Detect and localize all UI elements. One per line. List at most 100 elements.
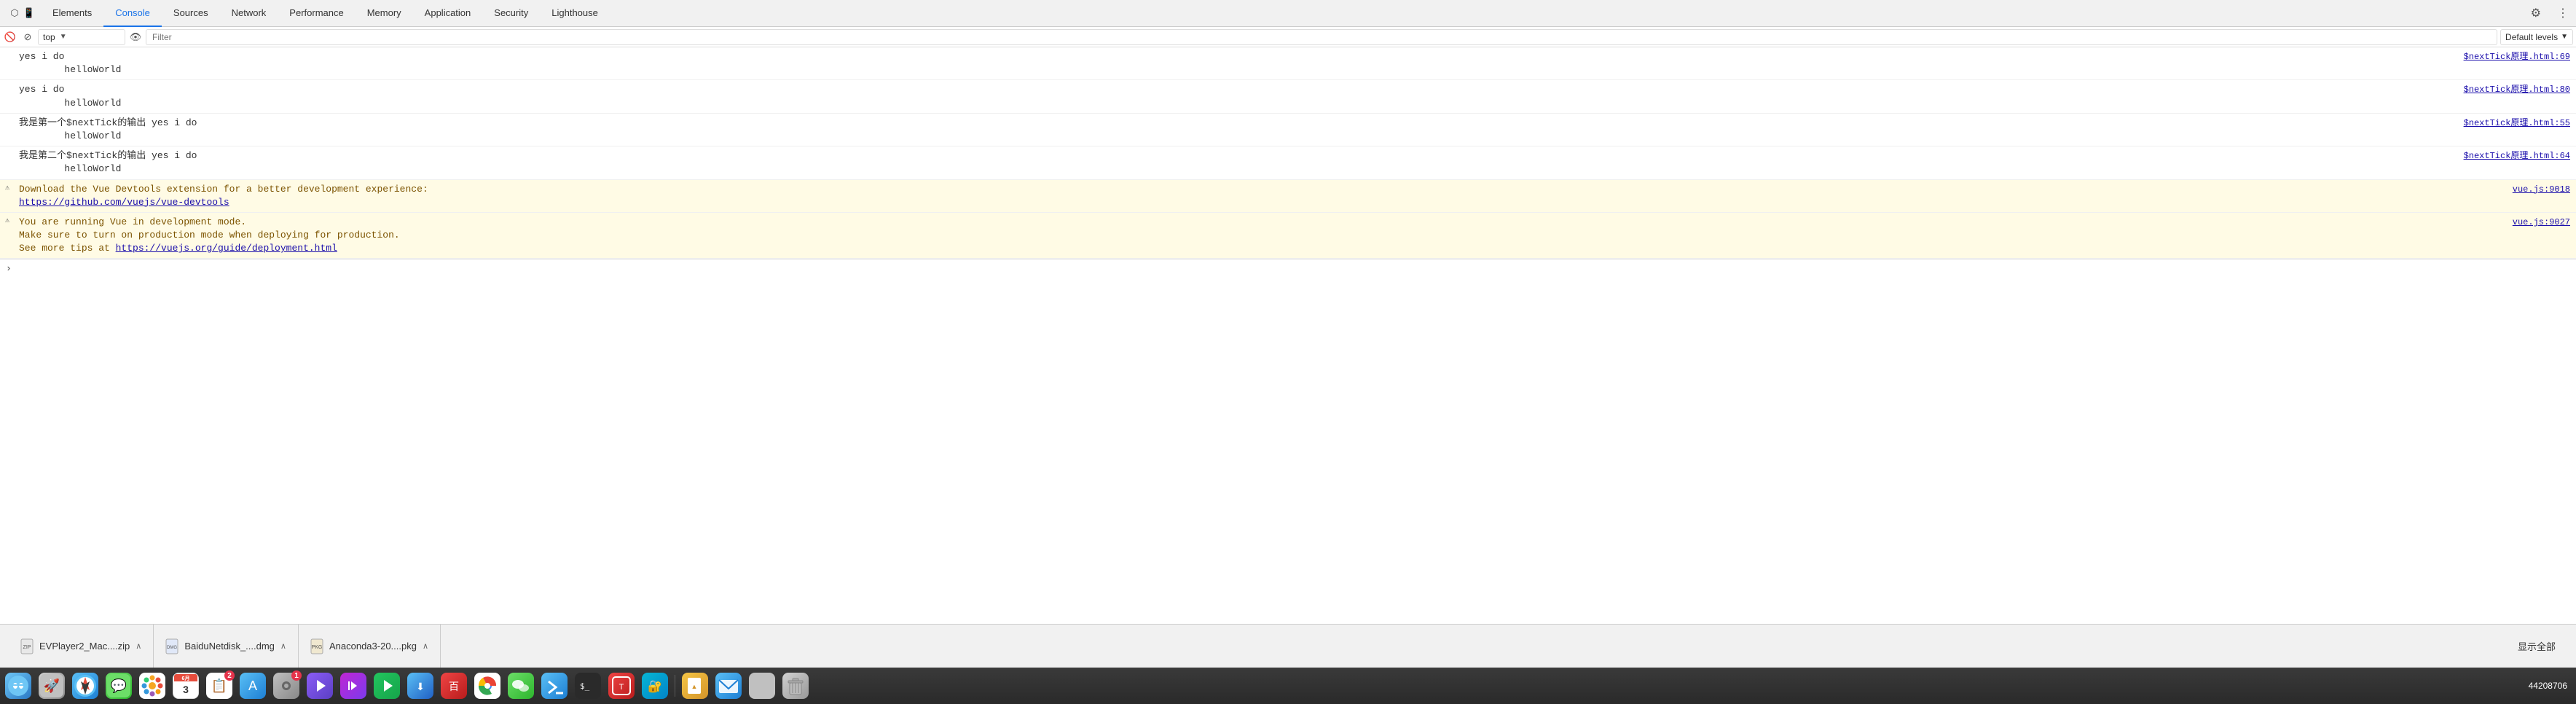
entry-source-2[interactable]: $nextTick原理.html:80: [2458, 82, 2576, 111]
vscode-icon: [541, 673, 568, 699]
finalcut-icon: [340, 673, 366, 699]
filter-input[interactable]: [146, 29, 2497, 45]
entry-source-link-1[interactable]: $nextTick原理.html:69: [2464, 52, 2570, 62]
tab-application[interactable]: Application: [413, 0, 483, 27]
devtools-link[interactable]: https://github.com/vuejs/vue-devtools: [19, 197, 229, 208]
levels-dropdown[interactable]: Default levels ▼: [2500, 29, 2573, 45]
taskbar-app-chrome[interactable]: [471, 669, 504, 703]
download-chevron-3[interactable]: ∧: [423, 641, 428, 651]
tab-sources[interactable]: Sources: [162, 0, 220, 27]
tab-network[interactable]: Network: [220, 0, 278, 27]
download-chevron-1[interactable]: ∧: [136, 641, 141, 651]
svg-text:百: 百: [449, 681, 459, 692]
taskbar-app-enpass[interactable]: 🔐: [638, 669, 672, 703]
taskbar-app-trash[interactable]: [779, 669, 812, 703]
entry-source-link-4[interactable]: $nextTick原理.html:64: [2464, 151, 2570, 161]
context-chevron-icon: ▼: [60, 33, 67, 41]
taskbar-app-calendar[interactable]: 6月 3: [169, 669, 203, 703]
console-prompt[interactable]: ›: [0, 259, 2576, 278]
filter-toggle-icon[interactable]: ⊘: [20, 30, 35, 44]
svg-text:⬇: ⬇: [416, 681, 425, 692]
inspect-icon[interactable]: ⬡: [9, 7, 20, 19]
systemprefs-badge: 1: [291, 670, 302, 681]
deployment-link[interactable]: https://vuejs.org/guide/deployment.html: [116, 243, 337, 254]
chrome-icon: [474, 673, 500, 699]
messages-icon: 💬: [106, 673, 132, 699]
baidu-icon: 百: [441, 673, 467, 699]
download-name-2: BaiduNetdisk_....dmg: [184, 641, 275, 652]
svg-text:💬: 💬: [111, 678, 127, 693]
taskbar-app-blank[interactable]: [745, 669, 779, 703]
stremio-icon: [307, 673, 333, 699]
taskbar-app-baidu[interactable]: 百: [437, 669, 471, 703]
entry-source-5[interactable]: vue.js:9018: [2507, 181, 2576, 211]
console-entry-2: yes i do helloWorld $nextTick原理.html:80: [0, 80, 2576, 113]
taskbar-app-finder[interactable]: [1, 669, 35, 703]
trash-icon: [782, 673, 809, 699]
entry-gutter-4: [0, 148, 15, 177]
tes-icon: T: [608, 673, 635, 699]
mail-icon: [715, 673, 742, 699]
entry-gutter-2: [0, 82, 15, 111]
svg-text:ZIP: ZIP: [23, 645, 31, 650]
tab-memory[interactable]: Memory: [356, 0, 413, 27]
download-dmg-icon: DMG: [165, 638, 178, 654]
entry-gutter-3: [0, 115, 15, 144]
context-selector[interactable]: top ▼: [38, 29, 125, 45]
download-name-3: Anaconda3-20....pkg: [329, 641, 417, 652]
entry-source-3[interactable]: $nextTick原理.html:55: [2458, 115, 2576, 144]
prompt-arrow-icon: ›: [6, 262, 12, 275]
taskbar-app-stremio[interactable]: [303, 669, 337, 703]
entry-source-4[interactable]: $nextTick原理.html:64: [2458, 148, 2576, 177]
mobile-icon[interactable]: 📱: [23, 7, 35, 19]
download-name-1: EVPlayer2_Mac....zip: [39, 641, 130, 652]
entry-source-link-3[interactable]: $nextTick原理.html:55: [2464, 118, 2570, 128]
eye-icon[interactable]: 👁: [128, 30, 143, 44]
download-item-3[interactable]: PKG Anaconda3-20....pkg ∧: [299, 625, 441, 668]
safari-icon: [72, 673, 98, 699]
taskbar-app-systemprefs[interactable]: 1: [270, 669, 303, 703]
downloads-bar: ZIP EVPlayer2_Mac....zip ∧ DMG BaiduNetd…: [0, 624, 2576, 668]
taskbar-app-messages[interactable]: 💬: [102, 669, 136, 703]
devtools-tab-bar: ⬡ 📱 Elements Console Sources Network Per…: [0, 0, 2576, 27]
appstore-icon: A: [240, 673, 266, 699]
taskbar-app-qbittorrent[interactable]: ⬇: [404, 669, 437, 703]
svg-text:A: A: [248, 678, 257, 693]
entry-content-5: Download the Vue Devtools extension for …: [15, 181, 2507, 211]
more-options-icon[interactable]: ⋮: [2550, 6, 2576, 20]
levels-chevron-icon: ▼: [2561, 33, 2568, 41]
calendar-icon: 6月 3: [173, 673, 199, 699]
entry-source-6[interactable]: vue.js:9027: [2507, 214, 2576, 257]
tab-console[interactable]: Console: [103, 0, 162, 27]
taskbar-app-finalcut[interactable]: [337, 669, 370, 703]
download-pkg-icon: PKG: [310, 638, 323, 654]
entry-source-1[interactable]: $nextTick原理.html:69: [2458, 49, 2576, 78]
entry-source-link-6[interactable]: vue.js:9027: [2513, 217, 2570, 227]
entry-source-link-2[interactable]: $nextTick原理.html:80: [2464, 85, 2570, 95]
taskbar-app-appstore[interactable]: A: [236, 669, 270, 703]
download-item-1[interactable]: ZIP EVPlayer2_Mac....zip ∧: [9, 625, 154, 668]
taskbar-app-reminders[interactable]: 📋 2: [203, 669, 236, 703]
tab-elements[interactable]: Elements: [41, 0, 103, 27]
taskbar-app-safari[interactable]: [68, 669, 102, 703]
taskbar-app-preview[interactable]: ▲: [678, 669, 712, 703]
tab-security[interactable]: Security: [482, 0, 540, 27]
taskbar-app-tes[interactable]: T: [605, 669, 638, 703]
taskbar-app-photos[interactable]: [136, 669, 169, 703]
download-chevron-2[interactable]: ∧: [280, 641, 286, 651]
tab-lighthouse[interactable]: Lighthouse: [540, 0, 610, 27]
show-all-downloads-button[interactable]: 显示全部: [2506, 639, 2567, 653]
settings-icon[interactable]: ⚙: [2522, 6, 2550, 20]
taskbar-app-vscode[interactable]: [538, 669, 571, 703]
entry-source-link-5[interactable]: vue.js:9018: [2513, 184, 2570, 195]
taskbar-app-launchpad[interactable]: 🚀: [35, 669, 68, 703]
taskbar-app-infuse[interactable]: [370, 669, 404, 703]
taskbar-app-mail[interactable]: [712, 669, 745, 703]
enpass-icon: 🔐: [642, 673, 668, 699]
taskbar-app-terminal[interactable]: $_: [571, 669, 605, 703]
clear-console-icon[interactable]: 🚫: [3, 30, 17, 44]
download-item-2[interactable]: DMG BaiduNetdisk_....dmg ∧: [154, 625, 299, 668]
tab-performance[interactable]: Performance: [278, 0, 355, 27]
svg-text:$_: $_: [580, 681, 590, 691]
taskbar-app-wechat[interactable]: [504, 669, 538, 703]
